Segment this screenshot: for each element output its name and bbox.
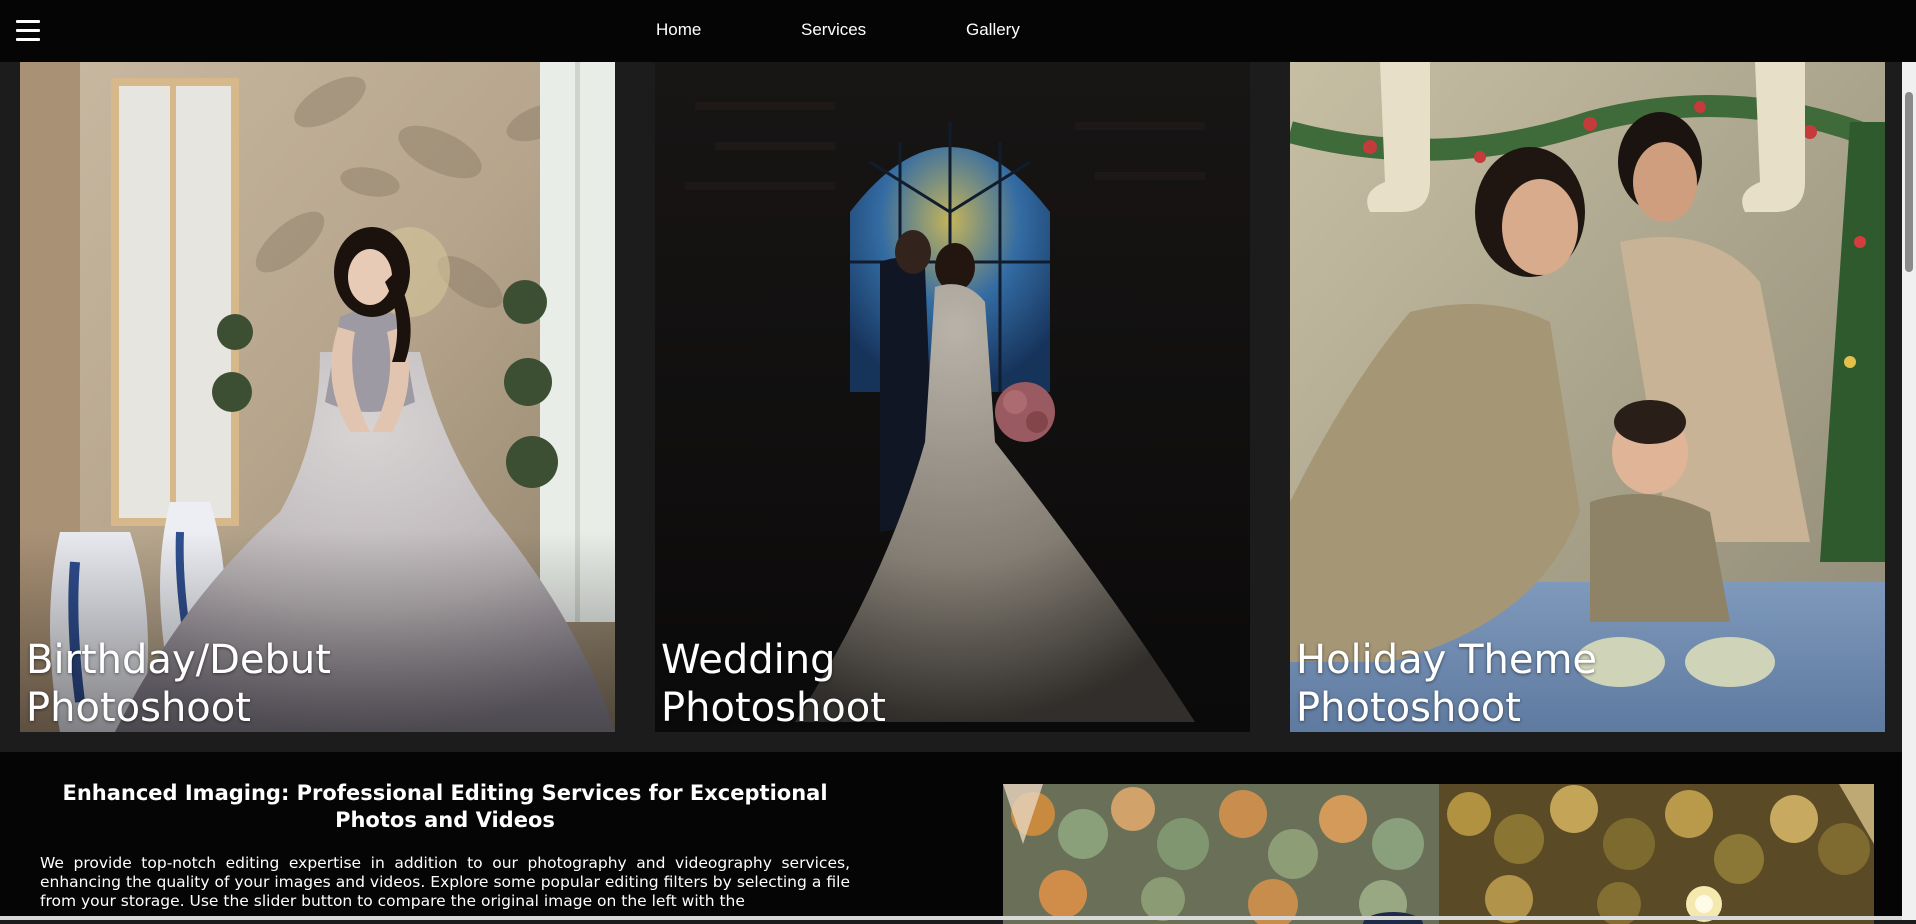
original-image xyxy=(1003,784,1439,924)
page-bottom-divider xyxy=(0,916,1902,920)
hamburger-menu-icon[interactable] xyxy=(14,16,42,46)
card-holiday-theme[interactable]: Holiday Theme Photoshoot xyxy=(1290,62,1885,732)
card-title-birthday-debut: Birthday/Debut Photoshoot xyxy=(26,637,331,731)
wedding-photo xyxy=(655,62,1250,732)
top-navbar: Home Services Gallery xyxy=(0,0,1916,62)
card-title-holiday-theme: Holiday Theme Photoshoot xyxy=(1296,637,1598,731)
nav-link-gallery[interactable]: Gallery xyxy=(966,19,1020,41)
card-wedding[interactable]: Wedding Photoshoot xyxy=(655,62,1250,732)
birthday-debut-photo xyxy=(20,62,615,732)
edited-image xyxy=(1439,784,1874,924)
editing-section: Enhanced Imaging: Professional Editing S… xyxy=(0,752,1916,924)
editing-description: We provide top-notch editing expertise i… xyxy=(40,854,850,910)
card-title-wedding: Wedding Photoshoot xyxy=(661,637,886,731)
editing-heading: Enhanced Imaging: Professional Editing S… xyxy=(62,781,828,832)
holiday-theme-photo xyxy=(1290,62,1885,732)
card-birthday-debut[interactable]: Birthday/Debut Photoshoot xyxy=(20,62,615,732)
before-after-comparison-slider[interactable] xyxy=(1003,784,1874,924)
scrollbar-thumb[interactable] xyxy=(1905,92,1913,272)
gallery-section: Birthday/Debut Photoshoot Wedding Photos… xyxy=(0,62,1916,752)
nav-link-services[interactable]: Services xyxy=(801,19,866,41)
nav-link-home[interactable]: Home xyxy=(656,19,701,41)
